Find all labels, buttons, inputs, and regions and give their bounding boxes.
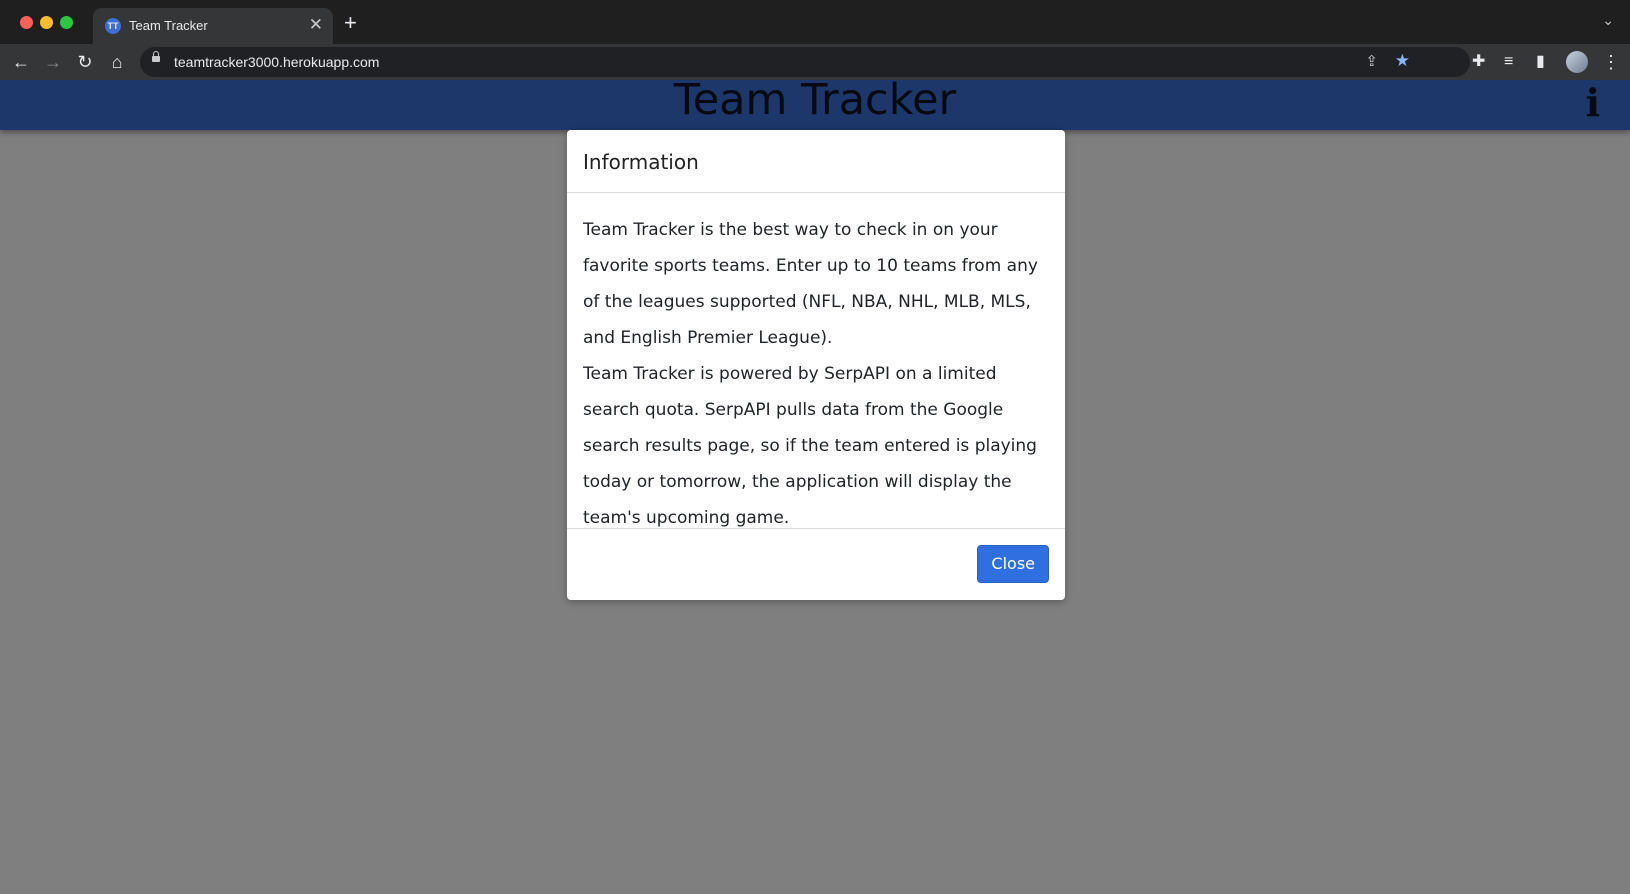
modal-footer: Close [567,528,1065,601]
profile-avatar[interactable] [1566,51,1588,73]
browser-tab[interactable]: TT Team Tracker ✕ [93,8,333,44]
home-icon[interactable]: ⌂ [105,50,129,74]
bookmark-star-icon[interactable]: ★ [1395,51,1410,71]
media-control-icon[interactable]: ≡ [1504,50,1513,74]
window-close-button[interactable] [20,16,33,29]
close-button[interactable]: Close [977,545,1049,583]
modal-header: Information [567,130,1065,193]
url-text[interactable]: teamtracker3000.herokuapp.com [174,54,379,70]
tab-favicon-icon: TT [105,18,121,34]
browser-menu-icon[interactable]: ⋮ [1602,50,1620,74]
tab-title: Team Tracker [129,18,208,33]
reload-icon[interactable]: ↻ [73,50,97,74]
browser-toolbar: ← → ↻ ⌂ teamtracker3000.herokuapp.com ⇪ … [0,44,1630,80]
address-bar[interactable]: teamtracker3000.herokuapp.com ⇪ ★ [140,47,1470,77]
window-minimize-button[interactable] [40,16,53,29]
side-panel-icon[interactable]: ▮ [1536,50,1545,74]
window-maximize-button[interactable] [60,16,73,29]
new-tab-icon[interactable]: + [344,12,357,34]
modal-body: Team Tracker is the best way to check in… [583,212,1051,536]
share-icon[interactable]: ⇪ [1365,52,1378,70]
lock-icon[interactable] [152,51,160,62]
page-viewport: Team Tracker i Information Team Tracker … [0,80,1630,894]
extensions-puzzle-icon[interactable]: ✚ [1472,50,1485,74]
modal-title: Information [583,150,699,174]
information-modal: Information Team Tracker is the best way… [567,130,1065,600]
modal-paragraph: Team Tracker is powered by SerpAPI on a … [583,364,1037,528]
browser-titlebar: TT Team Tracker ✕ + ⌄ [0,0,1630,44]
back-arrow-icon[interactable]: ← [9,50,33,74]
modal-paragraph: Team Tracker is the best way to check in… [583,220,1038,348]
forward-arrow-icon[interactable]: → [41,50,65,74]
tab-search-chevron-icon[interactable]: ⌄ [1602,12,1614,29]
tab-close-icon[interactable]: ✕ [309,15,323,35]
